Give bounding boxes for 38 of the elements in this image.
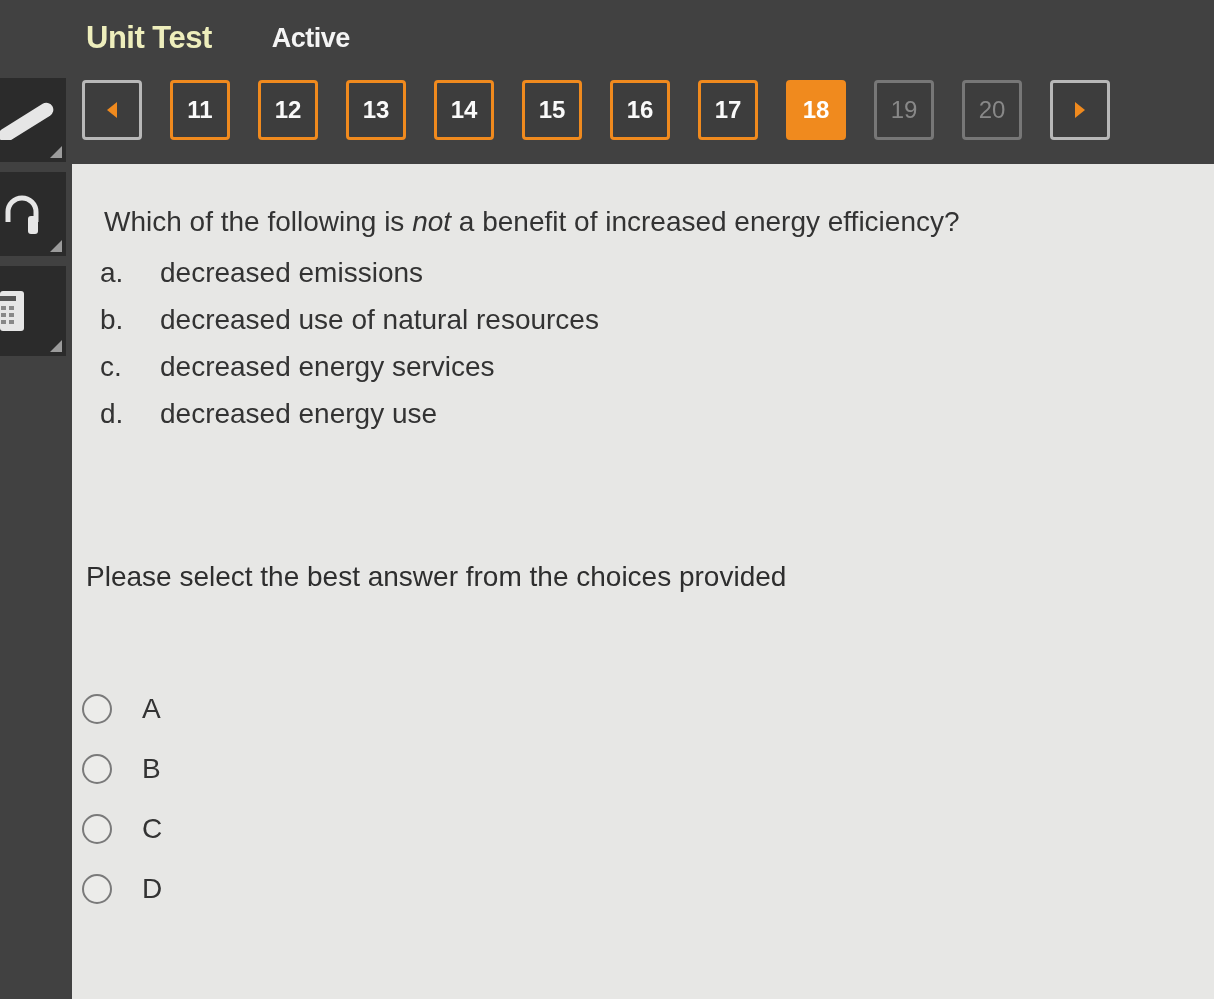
question-number-button[interactable]: 14 xyxy=(434,80,494,140)
question-number-button[interactable]: 13 xyxy=(346,80,406,140)
pencil-tool-button[interactable] xyxy=(0,78,66,162)
answer-option[interactable]: B xyxy=(82,739,161,799)
choice-letter: a. xyxy=(100,256,125,289)
calculator-tool-button[interactable] xyxy=(0,266,66,356)
calculator-icon xyxy=(0,291,24,331)
answer-option[interactable]: A xyxy=(82,679,161,739)
choice-letter: d. xyxy=(100,397,125,430)
radio-button[interactable] xyxy=(82,694,112,724)
choice-letter: c. xyxy=(100,350,123,383)
choice-text: decreased emissions xyxy=(160,256,424,289)
question-number-button[interactable]: 11 xyxy=(170,80,230,140)
corner-triangle-icon xyxy=(50,340,62,352)
question-number-button[interactable]: 17 xyxy=(698,80,758,140)
left-triangle-icon xyxy=(107,102,117,118)
test-status: Active xyxy=(271,22,350,54)
answer-option[interactable]: D xyxy=(82,859,163,919)
choice-text: decreased energy services xyxy=(160,350,495,383)
question-text: Which of the following is not a benefit of increased energy efficiency? xyxy=(104,205,961,239)
choice-text: decreased energy use xyxy=(160,397,438,430)
next-button[interactable] xyxy=(1050,80,1110,140)
radio-button[interactable] xyxy=(82,814,112,844)
audio-tool-button[interactable] xyxy=(0,172,66,256)
radio-button[interactable] xyxy=(82,874,112,904)
radio-button[interactable] xyxy=(82,754,112,784)
choice-letter: b. xyxy=(100,303,125,336)
right-triangle-icon xyxy=(1075,102,1085,118)
corner-triangle-icon xyxy=(50,146,62,158)
choice-text: decreased use of natural resources xyxy=(160,303,599,336)
question-number-button[interactable]: 12 xyxy=(258,80,318,140)
question-number-button[interactable]: 16 xyxy=(610,80,670,140)
corner-triangle-icon xyxy=(50,240,62,252)
answer-option[interactable]: C xyxy=(82,799,163,859)
instruction-text: Please select the best answer from the choices provided xyxy=(86,560,788,594)
previous-button[interactable] xyxy=(82,80,142,140)
question-number-button[interactable]: 15 xyxy=(522,80,582,140)
test-title: Unit Test xyxy=(86,20,212,56)
